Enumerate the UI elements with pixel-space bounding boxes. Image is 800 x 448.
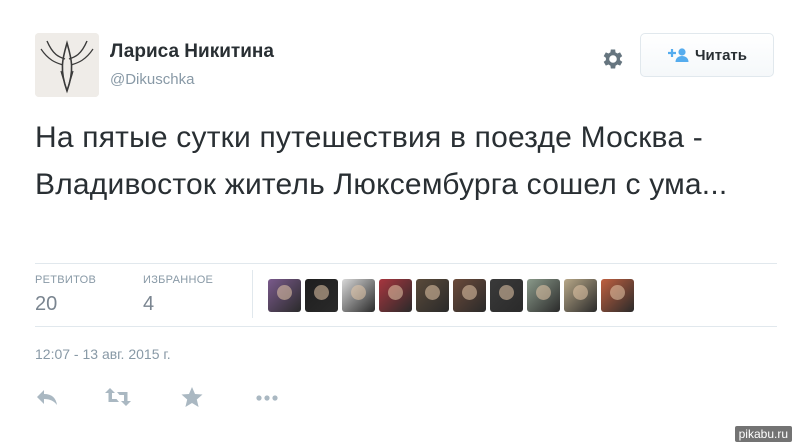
reply-icon[interactable]: [34, 386, 60, 408]
favoriter-avatar[interactable]: [268, 279, 301, 312]
favoriter-avatar[interactable]: [527, 279, 560, 312]
tweet-text: На пятые сутки путешествия в поезде Моск…: [35, 121, 728, 201]
author-handle[interactable]: @Dikuschka: [110, 71, 194, 88]
add-user-icon: [667, 47, 689, 63]
watermark: pikabu.ru: [734, 426, 792, 442]
follow-button[interactable]: Читать: [640, 33, 774, 77]
favoriter-avatar[interactable]: [564, 279, 597, 312]
retweet-icon[interactable]: [104, 386, 131, 408]
avatar-image: [35, 33, 99, 97]
favorites-count[interactable]: 4: [143, 293, 154, 316]
favoriter-avatar[interactable]: [342, 279, 375, 312]
favoriter-avatar[interactable]: [416, 279, 449, 312]
tweet-timestamp[interactable]: 12:07 - 13 авг. 2015 г.: [35, 346, 171, 362]
favoriter-avatar[interactable]: [490, 279, 523, 312]
stats-top-divider: [35, 263, 777, 264]
favoriter-avatar[interactable]: [601, 279, 634, 312]
follow-button-label: Читать: [694, 46, 748, 64]
gear-icon[interactable]: [600, 46, 626, 72]
author-name[interactable]: Лариса Никитина: [110, 41, 274, 63]
retweets-label[interactable]: РЕТВИТОВ: [35, 274, 96, 286]
favoriter-avatar[interactable]: [305, 279, 338, 312]
favorite-icon[interactable]: [180, 386, 206, 408]
more-icon[interactable]: [254, 386, 280, 408]
favoriter-avatar[interactable]: [379, 279, 412, 312]
favoriter-avatar[interactable]: [453, 279, 486, 312]
stats-bottom-divider: [35, 326, 777, 327]
stats-separator: [252, 270, 253, 318]
retweets-count[interactable]: 20: [35, 293, 57, 316]
favoriters-avatars: [268, 279, 634, 312]
author-avatar[interactable]: [35, 33, 99, 97]
favorites-label[interactable]: ИЗБРАННОЕ: [143, 274, 213, 286]
